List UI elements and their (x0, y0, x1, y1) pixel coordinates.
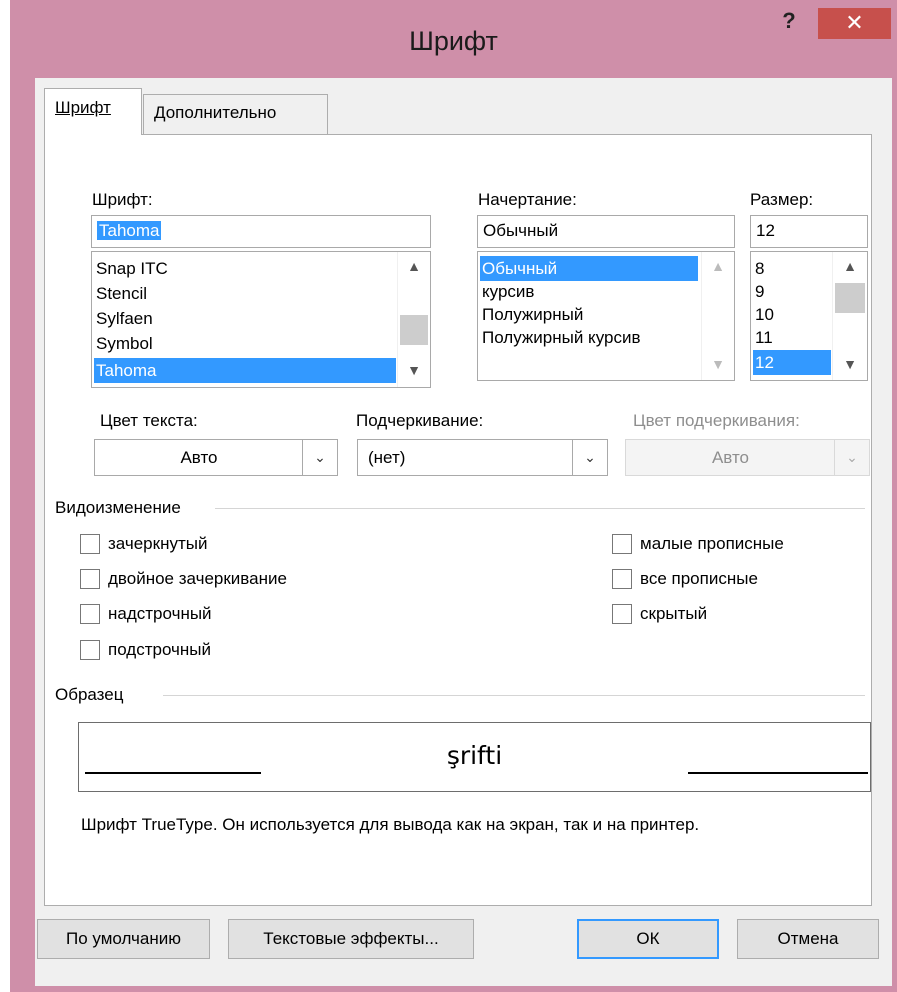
all-caps-checkbox[interactable] (612, 569, 632, 589)
double-strikethrough-checkbox[interactable] (80, 569, 100, 589)
ok-label: ОК (636, 929, 660, 948)
preview-group-label: Образец (55, 685, 124, 704)
background-strip (0, 0, 10, 992)
effects-group-label: Видоизменение (55, 498, 181, 517)
list-item[interactable]: 12 (753, 350, 831, 375)
scroll-up-icon[interactable]: ▲ (833, 258, 867, 274)
superscript-label: надстрочный (108, 604, 212, 623)
scroll-thumb[interactable] (400, 315, 428, 345)
list-item[interactable]: Stencil (94, 281, 396, 306)
underline-value: (нет) (368, 448, 406, 467)
subscript-label: подстрочный (108, 640, 211, 659)
underline-color-label: Цвет подчеркивания: (633, 411, 800, 430)
font-size-input[interactable]: 12 (750, 215, 868, 248)
strikethrough-label: зачеркнутый (108, 534, 208, 553)
scroll-down-icon[interactable]: ▼ (702, 356, 734, 372)
size-label: Размер: (750, 190, 814, 209)
text-color-select[interactable]: Авто ⌄ (94, 439, 338, 476)
set-default-button[interactable]: По умолчанию (37, 919, 210, 959)
text-color-label: Цвет текста: (100, 411, 198, 430)
list-item[interactable]: 9 (753, 279, 831, 304)
text-color-value: Авто (180, 448, 218, 467)
chevron-down-icon[interactable]: ⌄ (834, 440, 869, 475)
chevron-down-icon[interactable]: ⌄ (572, 440, 607, 475)
underline-select[interactable]: (нет) ⌄ (357, 439, 608, 476)
tab-advanced[interactable]: Дополнительно (143, 94, 328, 136)
hidden-label: скрытый (640, 604, 708, 623)
text-effects-button[interactable]: Текстовые эффекты... (228, 919, 474, 959)
list-item[interactable]: курсив (480, 279, 698, 304)
text-effects-label: Текстовые эффекты... (263, 929, 439, 948)
tab-advanced-label: Дополнительно (154, 103, 277, 122)
small-caps-checkbox[interactable] (612, 534, 632, 554)
list-item[interactable]: Snap ITC (94, 256, 396, 281)
help-button[interactable]: ? (776, 8, 802, 36)
subscript-checkbox[interactable] (80, 640, 100, 660)
font-description: Шрифт TrueType. Он используется для выво… (81, 815, 700, 834)
font-name-input[interactable]: Tahoma (91, 215, 431, 248)
font-list[interactable]: Snap ITC Stencil Sylfaen Symbol Tahoma ▲… (91, 251, 431, 388)
preview-baseline-left (85, 772, 261, 774)
font-list-scrollbar[interactable]: ▲ ▼ (397, 252, 430, 387)
divider (163, 695, 865, 696)
scroll-up-icon[interactable]: ▲ (702, 258, 734, 274)
tab-font-label: Шрифт (55, 98, 111, 117)
strikethrough-checkbox[interactable] (80, 534, 100, 554)
tab-panel-font: Шрифт: Начертание: Размер: Tahoma Обычны… (44, 134, 872, 906)
preview-box: şrifti (78, 722, 871, 792)
style-list-scrollbar[interactable]: ▲ ▼ (701, 252, 734, 380)
font-style-input[interactable]: Обычный (477, 215, 735, 248)
scroll-thumb[interactable] (835, 283, 865, 313)
list-item[interactable]: 8 (753, 256, 831, 281)
all-caps-label: все прописные (640, 569, 758, 588)
hidden-checkbox[interactable] (612, 604, 632, 624)
double-strikethrough-label: двойное зачеркивание (108, 569, 287, 588)
cancel-label: Отмена (777, 929, 839, 948)
font-style-value: Обычный (483, 221, 559, 240)
underline-color-select[interactable]: Авто ⌄ (625, 439, 870, 476)
list-item[interactable]: Полужирный курсив (480, 325, 698, 350)
underline-color-value: Авто (711, 448, 750, 467)
font-style-list[interactable]: Обычный курсив Полужирный Полужирный кур… (477, 251, 735, 381)
list-item[interactable]: Обычный (480, 256, 698, 281)
scroll-up-icon[interactable]: ▲ (398, 258, 430, 274)
font-size-list[interactable]: 8 9 10 11 12 ▲ ▼ (750, 251, 868, 381)
underline-label: Подчеркивание: (356, 411, 484, 430)
tab-font[interactable]: Шрифт (44, 88, 142, 135)
scroll-down-icon[interactable]: ▼ (398, 362, 430, 378)
dialog-title: Шрифт (409, 26, 498, 56)
set-default-label: По умолчанию (66, 929, 181, 948)
list-item[interactable]: Tahoma (94, 358, 396, 383)
preview-baseline-right (688, 772, 868, 774)
font-label: Шрифт: (92, 190, 153, 209)
style-label: Начертание: (478, 190, 577, 209)
preview-sample-text: şrifti (446, 741, 503, 770)
list-item[interactable]: 11 (753, 325, 831, 350)
list-item[interactable]: Sylfaen (94, 306, 396, 331)
scroll-down-icon[interactable]: ▼ (833, 356, 867, 372)
divider (215, 508, 865, 509)
superscript-checkbox[interactable] (80, 604, 100, 624)
dialog-client-area: Шрифт Дополнительно Шрифт: Начертание: Р… (35, 78, 892, 986)
size-list-scrollbar[interactable]: ▲ ▼ (832, 252, 867, 380)
small-caps-label: малые прописные (640, 534, 784, 553)
list-item[interactable]: Полужирный (480, 302, 698, 327)
list-item[interactable]: 10 (753, 302, 831, 327)
font-name-value: Tahoma (97, 221, 162, 240)
cancel-button[interactable]: Отмена (737, 919, 879, 959)
ok-button[interactable]: ОК (577, 919, 719, 959)
list-item[interactable]: Symbol (94, 331, 396, 356)
font-size-value: 12 (756, 221, 775, 240)
font-dialog: Шрифт ? ✕ Шрифт Дополнительно Шрифт: Нач… (10, 0, 897, 992)
chevron-down-icon[interactable]: ⌄ (302, 440, 337, 475)
close-button[interactable]: ✕ (818, 8, 891, 39)
